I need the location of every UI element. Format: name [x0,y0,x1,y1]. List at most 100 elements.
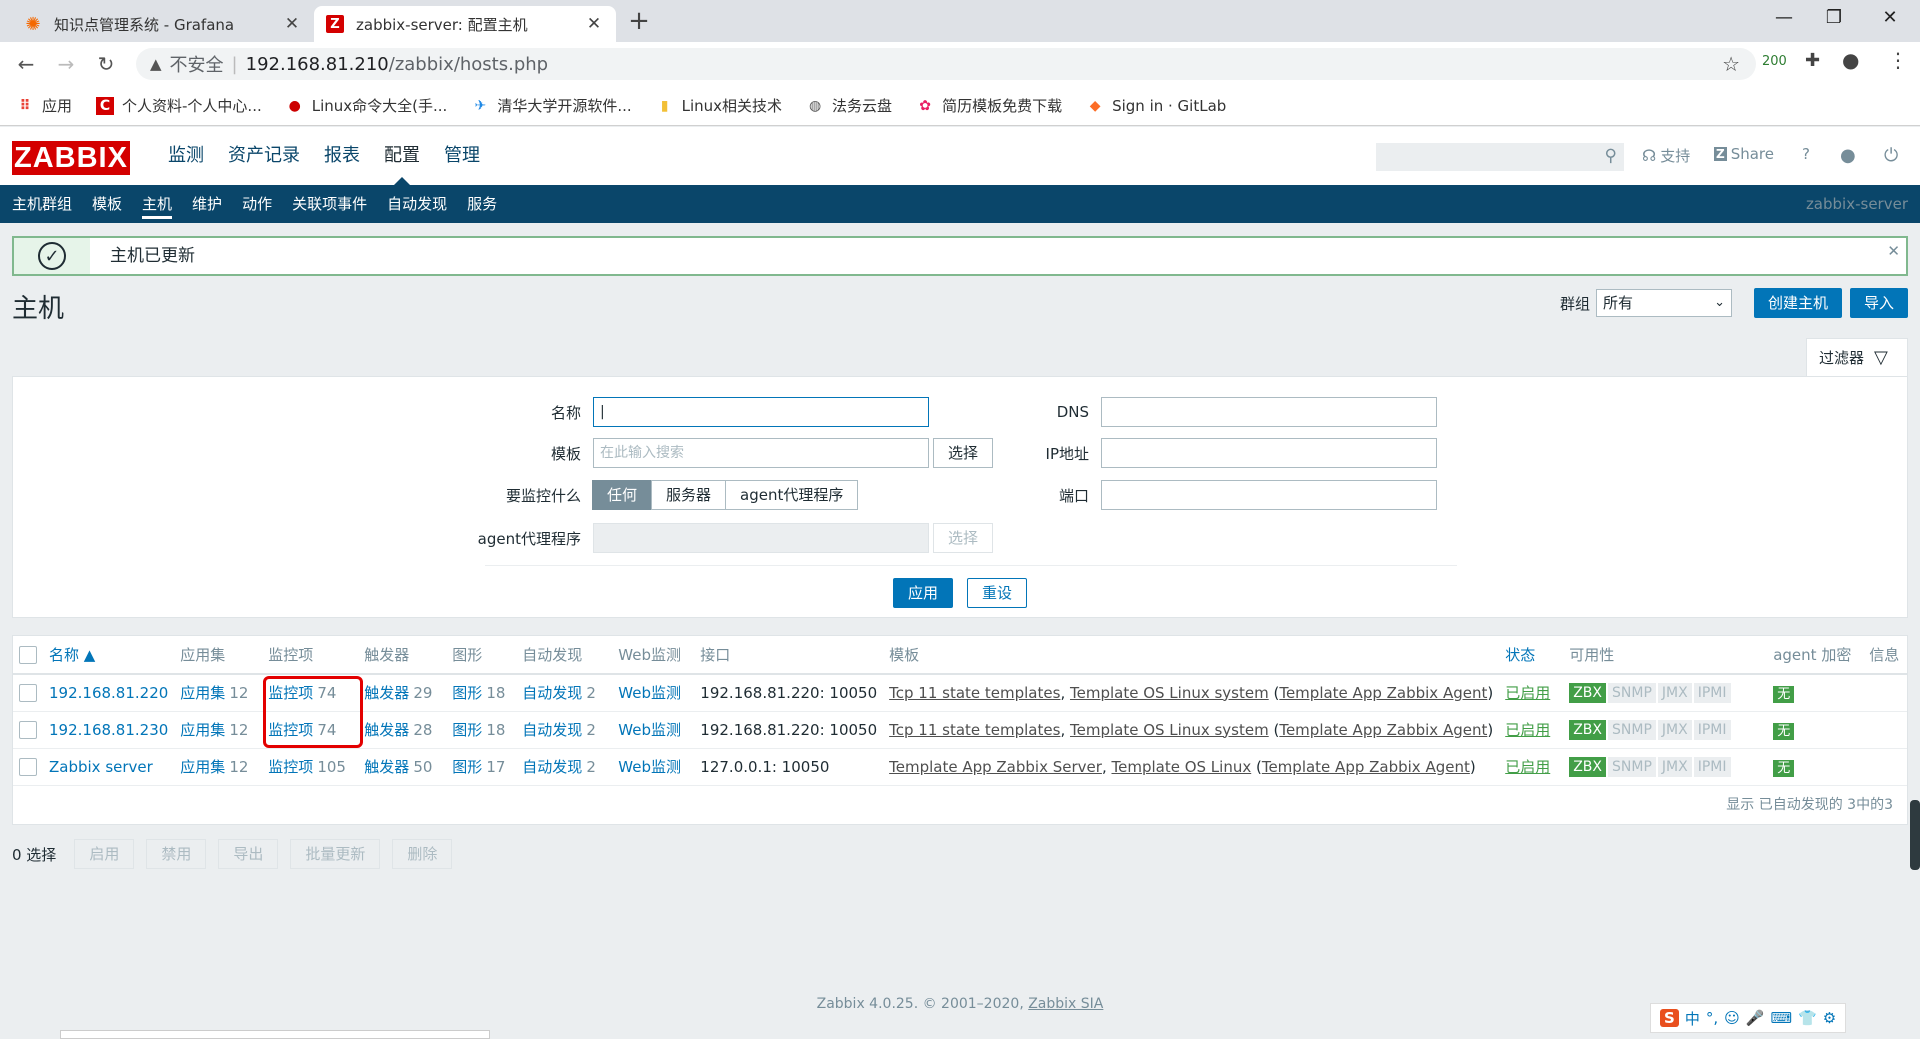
discovery-link[interactable]: 自动发现 [522,684,582,702]
host-name-link[interactable]: 192.168.81.220 [49,684,168,702]
bookmark-item[interactable]: ● Linux命令大全(手... [286,95,448,116]
triggers-link[interactable]: 触发器 [364,758,409,776]
web-link[interactable]: Web监测 [618,721,681,739]
discovery-link[interactable]: 自动发现 [522,721,582,739]
ime-keyboard-icon[interactable]: ⌨ [1770,1009,1792,1027]
submenu-templates[interactable]: 模板 [82,185,132,223]
bookmark-apps[interactable]: ⠿ 应用 [16,95,72,116]
name-input[interactable]: | [593,397,929,427]
minimize-icon[interactable]: — [1756,0,1812,36]
template-link[interactable]: Template App Zabbix Agent [1279,721,1487,739]
user-profile-icon[interactable]: ● [1840,145,1856,166]
template-link[interactable]: Template App Zabbix Agent [1279,684,1487,702]
triggers-link[interactable]: 触发器 [364,684,409,702]
ime-settings-icon[interactable]: ⚙ [1823,1009,1836,1027]
port-input[interactable] [1101,480,1437,510]
col-status[interactable]: 状态 [1499,636,1564,675]
ime-mic-icon[interactable]: 🎤 [1746,1009,1765,1027]
template-link[interactable]: Tcp 11 state templates [889,684,1060,702]
bookmark-item[interactable]: ✈ 清华大学开源软件... [471,95,631,116]
apps-link[interactable]: 应用集 [180,684,225,702]
bookmark-folder[interactable]: ▮ Linux相关技术 [656,95,782,116]
submenu-hosts[interactable]: 主机 [132,185,182,223]
web-link[interactable]: Web监测 [618,684,681,702]
status-link[interactable]: 已启用 [1505,684,1550,702]
status-link[interactable]: 已启用 [1505,721,1550,739]
puzzle-icon[interactable]: ✚ [1805,50,1820,71]
template-link[interactable]: Template App Zabbix Server [889,758,1102,776]
sign-out-icon[interactable]: ⏻ [1884,145,1898,166]
extension-badge[interactable]: 200 [1762,54,1787,69]
monitor-proxy[interactable]: agent代理程序 [725,480,859,510]
items-link[interactable]: 监控项 [268,721,313,739]
create-host-button[interactable]: 创建主机 [1753,288,1842,318]
footer-link[interactable]: Zabbix SIA [1028,996,1103,1012]
template-link[interactable]: Template OS Linux system [1070,721,1269,739]
submenu-host-groups[interactable]: 主机群组 [2,185,82,223]
ip-input[interactable] [1101,438,1437,468]
bookmark-star-icon[interactable]: ☆ [1722,52,1740,76]
submenu-discovery[interactable]: 自动发现 [377,185,457,223]
forward-icon[interactable]: → [52,50,80,78]
graphs-link[interactable]: 图形 [452,758,482,776]
menu-reports[interactable]: 报表 [312,127,372,185]
submenu-services[interactable]: 服务 [457,185,507,223]
search-icon[interactable]: ⚲ [1605,146,1617,166]
row-checkbox[interactable] [19,720,37,739]
url-bar[interactable]: ▲ 不安全 | 192.168.81.210 /zabbix/hosts.php… [136,48,1756,80]
reset-button[interactable]: 重设 [967,578,1027,608]
sogou-icon[interactable]: S [1660,1009,1679,1027]
support-link[interactable]: ☊ 支持 [1642,145,1690,166]
template-input[interactable]: 在此输入搜索 [593,438,929,468]
host-name-link[interactable]: Zabbix server [49,758,153,776]
monitor-server[interactable]: 服务器 [651,480,727,510]
import-button[interactable]: 导入 [1849,288,1908,318]
select-all-checkbox[interactable] [19,645,37,664]
apply-button[interactable]: 应用 [893,578,953,608]
close-icon[interactable]: ✕ [282,14,302,34]
bookmark-item[interactable]: ◍ 法务云盘 [806,95,892,116]
graphs-link[interactable]: 图形 [452,721,482,739]
bookmark-item[interactable]: C 个人资料-个人中心... [96,95,262,116]
browser-tab-grafana[interactable]: ✺ 知识点管理系统 - Grafana ✕ [12,6,314,42]
group-select[interactable]: 所有 ⌄ [1595,289,1732,317]
menu-inventory[interactable]: 资产记录 [216,127,312,185]
filter-tab[interactable]: 过滤器 ▽ [1806,338,1908,376]
row-checkbox[interactable] [19,757,37,776]
template-link[interactable]: Template App Zabbix Agent [1262,758,1470,776]
apps-link[interactable]: 应用集 [180,758,225,776]
restore-icon[interactable]: ❐ [1806,0,1862,36]
web-link[interactable]: Web监测 [618,758,681,776]
monitor-any[interactable]: 任何 [592,480,653,510]
items-link[interactable]: 监控项 [268,684,313,702]
global-search-input[interactable]: ⚲ [1376,143,1624,171]
zabbix-logo[interactable]: ZABBIX [12,141,130,175]
bookmark-item[interactable]: ◆ Sign in · GitLab [1086,97,1227,115]
bookmark-item[interactable]: ✿ 简历模板免费下载 [916,95,1062,116]
menu-configuration[interactable]: 配置 [372,127,432,185]
col-name[interactable]: 名称 ▲ [43,636,175,675]
row-checkbox[interactable] [19,684,37,702]
submenu-actions[interactable]: 动作 [232,185,282,223]
apps-link[interactable]: 应用集 [180,721,225,739]
reload-icon[interactable]: ↻ [92,50,120,78]
browser-tab-zabbix[interactable]: Z zabbix-server: 配置主机 ✕ [314,6,616,42]
items-link[interactable]: 监控项 [268,758,313,776]
window-close-icon[interactable]: ✕ [1862,0,1918,36]
submenu-maintenance[interactable]: 维护 [182,185,232,223]
submenu-correlation[interactable]: 关联项事件 [282,185,377,223]
help-link[interactable]: ? [1802,145,1810,163]
new-tab-icon[interactable]: + [624,6,654,36]
template-link[interactable]: Template OS Linux system [1070,684,1269,702]
close-icon[interactable]: ✕ [584,14,604,34]
template-link[interactable]: Tcp 11 state templates [889,721,1060,739]
close-icon[interactable]: ✕ [1887,242,1900,260]
menu-administration[interactable]: 管理 [432,127,492,185]
menu-monitoring[interactable]: 监测 [156,127,216,185]
ime-chinese-icon[interactable]: 中 [1685,1008,1700,1029]
profile-icon[interactable]: ● [1842,48,1859,72]
triggers-link[interactable]: 触发器 [364,721,409,739]
template-link[interactable]: Template OS Linux [1111,758,1251,776]
graphs-link[interactable]: 图形 [452,684,482,702]
ime-punct-icon[interactable]: °, [1706,1009,1718,1027]
